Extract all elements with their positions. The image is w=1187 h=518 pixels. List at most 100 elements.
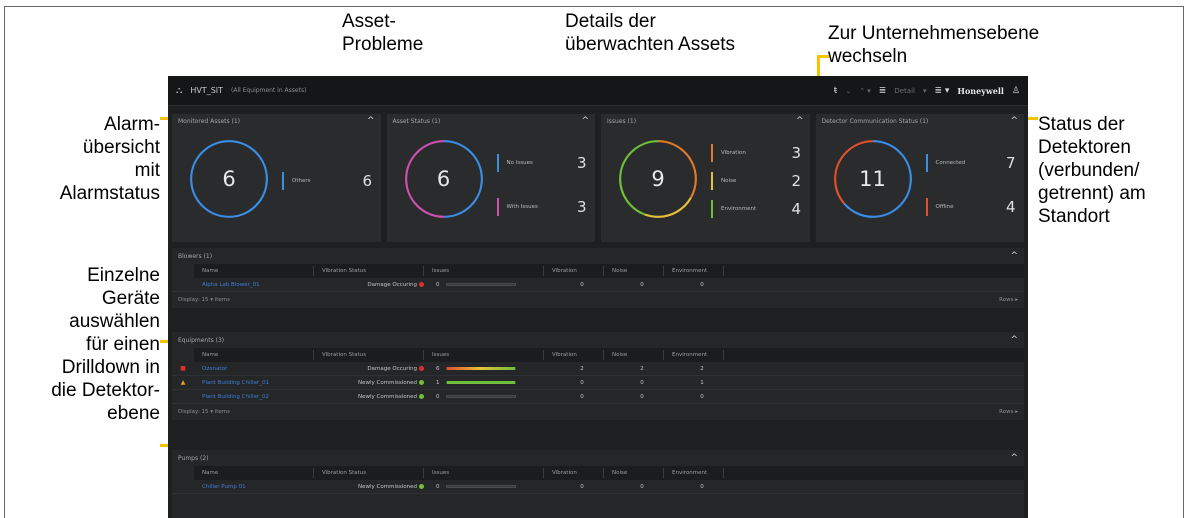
summary-card[interactable]: Monitored Assets (1) ^ 6 Others 6 bbox=[172, 114, 381, 242]
issues-bar bbox=[445, 380, 516, 384]
noise-count: 2 bbox=[640, 365, 644, 372]
status-text: Newly Commissioned bbox=[358, 379, 417, 386]
chevron-down-icon[interactable]: ▾ bbox=[923, 87, 927, 95]
table-header: Name Vibration Status Issues Vibration Noise… bbox=[194, 348, 1024, 362]
callout-asset-issues: Asset- Probleme bbox=[342, 11, 424, 55]
status-dot bbox=[419, 365, 424, 371]
asset-link[interactable]: Alpha Lab Blower_01 bbox=[194, 282, 322, 288]
blowers-section: Blowers (1) ^ Name Vibration Status Issues… bbox=[172, 248, 1024, 308]
legend-item[interactable]: Offline 4 bbox=[925, 198, 1016, 216]
status-dot bbox=[419, 281, 424, 287]
issues-count: 0 bbox=[436, 281, 440, 288]
column-header[interactable]: Noise bbox=[604, 350, 664, 360]
table-row[interactable]: ▲ Plant Building Chiller_01 Newly Commis… bbox=[172, 376, 1024, 390]
view-list-icon[interactable]: ≣ bbox=[879, 86, 887, 96]
issues-bar bbox=[445, 282, 516, 286]
legend-swatch bbox=[496, 154, 499, 172]
table-row[interactable]: Plant Building Chiller_02 Newly Commissi… bbox=[172, 390, 1024, 404]
rows-label: Rows bbox=[999, 409, 1014, 415]
alarm-filter-icon[interactable]: ⌃ ▾ bbox=[859, 87, 871, 95]
collapse-icon[interactable]: ^ bbox=[1010, 251, 1018, 261]
column-header[interactable]: Name bbox=[194, 468, 314, 478]
equipments-section: Equipments (3) ^ Name Vibration Status Iss… bbox=[172, 332, 1024, 420]
callout-asset-details: Details der überwachten Assets bbox=[565, 11, 736, 55]
column-header[interactable]: Vibration Status bbox=[314, 468, 424, 478]
site-subtitle: (All Equipment in Assets) bbox=[231, 87, 307, 94]
vibration-count: 0 bbox=[580, 281, 584, 288]
column-header[interactable]: Noise bbox=[604, 468, 664, 478]
chevron-down-icon[interactable]: ⌄ bbox=[845, 87, 851, 95]
collapse-icon[interactable]: ^ bbox=[1010, 453, 1018, 463]
collapse-icon[interactable]: ^ bbox=[581, 117, 589, 126]
page-size-select[interactable]: Display: 15 ▾ items bbox=[178, 297, 230, 303]
legend-item[interactable]: With Issues 3 bbox=[496, 198, 587, 216]
summary-card[interactable]: Asset Status (1) ^ 6 No Issues 3 With Is… bbox=[386, 114, 595, 242]
column-header[interactable]: Noise bbox=[604, 266, 664, 276]
rows-label: Rows bbox=[999, 297, 1014, 303]
legend-label: With Issues bbox=[506, 204, 538, 210]
column-header[interactable]: Environment bbox=[664, 350, 724, 360]
column-header[interactable]: Issues bbox=[424, 266, 544, 276]
status-dot bbox=[419, 483, 424, 489]
table-header: Name Vibration Status Issues Vibration Noise… bbox=[194, 264, 1024, 278]
column-header[interactable]: Environment bbox=[664, 266, 724, 276]
table-footer: Display: 15 ▾ items Rows ▸ bbox=[172, 404, 1024, 420]
asset-link[interactable]: Plant Building Chiller_02 bbox=[194, 394, 322, 400]
asset-link[interactable]: Plant Building Chiller_01 bbox=[194, 380, 322, 386]
column-header[interactable]: Environment bbox=[664, 468, 724, 478]
legend-item[interactable]: Noise 2 bbox=[711, 172, 801, 190]
column-header[interactable]: Vibration Status bbox=[314, 350, 424, 360]
legend-item[interactable]: Connected 7 bbox=[925, 154, 1016, 172]
summary-cards: Monitored Assets (1) ^ 6 Others 6 Asset … bbox=[172, 114, 1024, 242]
asset-link[interactable]: Chiller Pump 01 bbox=[194, 484, 322, 490]
page-size-select[interactable]: Display: 15 ▾ items bbox=[178, 409, 230, 415]
summary-card[interactable]: Detector Communication Status (1) ^ 11 C… bbox=[815, 114, 1024, 242]
menu-icon[interactable]: ≣ ▾ bbox=[934, 86, 949, 96]
user-icon[interactable]: ♙ bbox=[1012, 86, 1020, 96]
legend-value: 7 bbox=[1005, 154, 1016, 172]
column-header[interactable]: Vibration bbox=[544, 266, 604, 276]
column-header[interactable]: Vibration bbox=[544, 350, 604, 360]
vibration-count: 0 bbox=[580, 483, 584, 490]
legend-item[interactable]: Others 6 bbox=[282, 172, 372, 190]
table-row[interactable]: ■ Ozonator Damage Occuring 6 2 2 2 bbox=[172, 362, 1024, 376]
summary-card[interactable]: Issues (1) ^ 9 Vibration 3 Noise 2 Envir… bbox=[601, 114, 810, 242]
collapse-icon[interactable]: ^ bbox=[367, 117, 375, 126]
rows-button[interactable]: Rows ▸ bbox=[999, 297, 1018, 303]
table-header: Name Vibration Status Issues Vibration Noise… bbox=[194, 466, 1024, 480]
asset-link[interactable]: Ozonator bbox=[194, 366, 322, 372]
column-header[interactable]: Issues bbox=[424, 468, 544, 478]
column-header[interactable]: Name bbox=[194, 266, 314, 276]
issues-cell: 1 bbox=[432, 380, 552, 386]
site-title: HVT_SIT bbox=[190, 86, 224, 95]
legend-item[interactable]: Environment 4 bbox=[711, 200, 801, 218]
issues-count: 6 bbox=[436, 365, 440, 372]
environment-count: 0 bbox=[700, 281, 704, 288]
view-select[interactable]: Detail bbox=[894, 87, 915, 95]
enterprise-switch-icon[interactable]: ŧ bbox=[834, 86, 838, 96]
issues-cell: 0 bbox=[432, 484, 552, 490]
collapse-icon[interactable]: ^ bbox=[1010, 335, 1018, 345]
issues-count: 0 bbox=[436, 483, 440, 490]
legend-item[interactable]: No Issues 3 bbox=[496, 154, 587, 172]
callout-enterprise: Zur Unternehmensebene wechseln bbox=[828, 23, 1040, 67]
column-header[interactable]: Vibration bbox=[544, 468, 604, 478]
legend-item[interactable]: Vibration 3 bbox=[711, 144, 801, 162]
column-header[interactable]: Vibration Status bbox=[314, 266, 424, 276]
donut-total: 11 bbox=[859, 167, 886, 191]
table-row[interactable]: Chiller Pump 01 Newly Commissioned 0 0 0… bbox=[172, 480, 1024, 494]
section-title: Equipments (3) bbox=[178, 336, 225, 344]
column-header[interactable]: Name bbox=[194, 350, 314, 360]
environment-count: 0 bbox=[700, 393, 704, 400]
legend-value: 2 bbox=[791, 172, 801, 190]
collapse-icon[interactable]: ^ bbox=[796, 117, 804, 126]
top-bar: ⛬ HVT_SIT (All Equipment in Assets) ŧ ⌄ … bbox=[168, 76, 1028, 106]
vibration-status: Newly Commissioned bbox=[322, 379, 432, 386]
collapse-icon[interactable]: ^ bbox=[1010, 117, 1018, 126]
status-text: Newly Commissioned bbox=[358, 483, 417, 490]
rows-button[interactable]: Rows ▸ bbox=[999, 409, 1018, 415]
legend-label: Environment bbox=[721, 206, 757, 212]
column-header[interactable]: Issues bbox=[424, 350, 544, 360]
hierarchy-icon[interactable]: ⛬ bbox=[176, 86, 182, 96]
table-row[interactable]: Alpha Lab Blower_01 Damage Occuring 0 0 … bbox=[172, 278, 1024, 292]
